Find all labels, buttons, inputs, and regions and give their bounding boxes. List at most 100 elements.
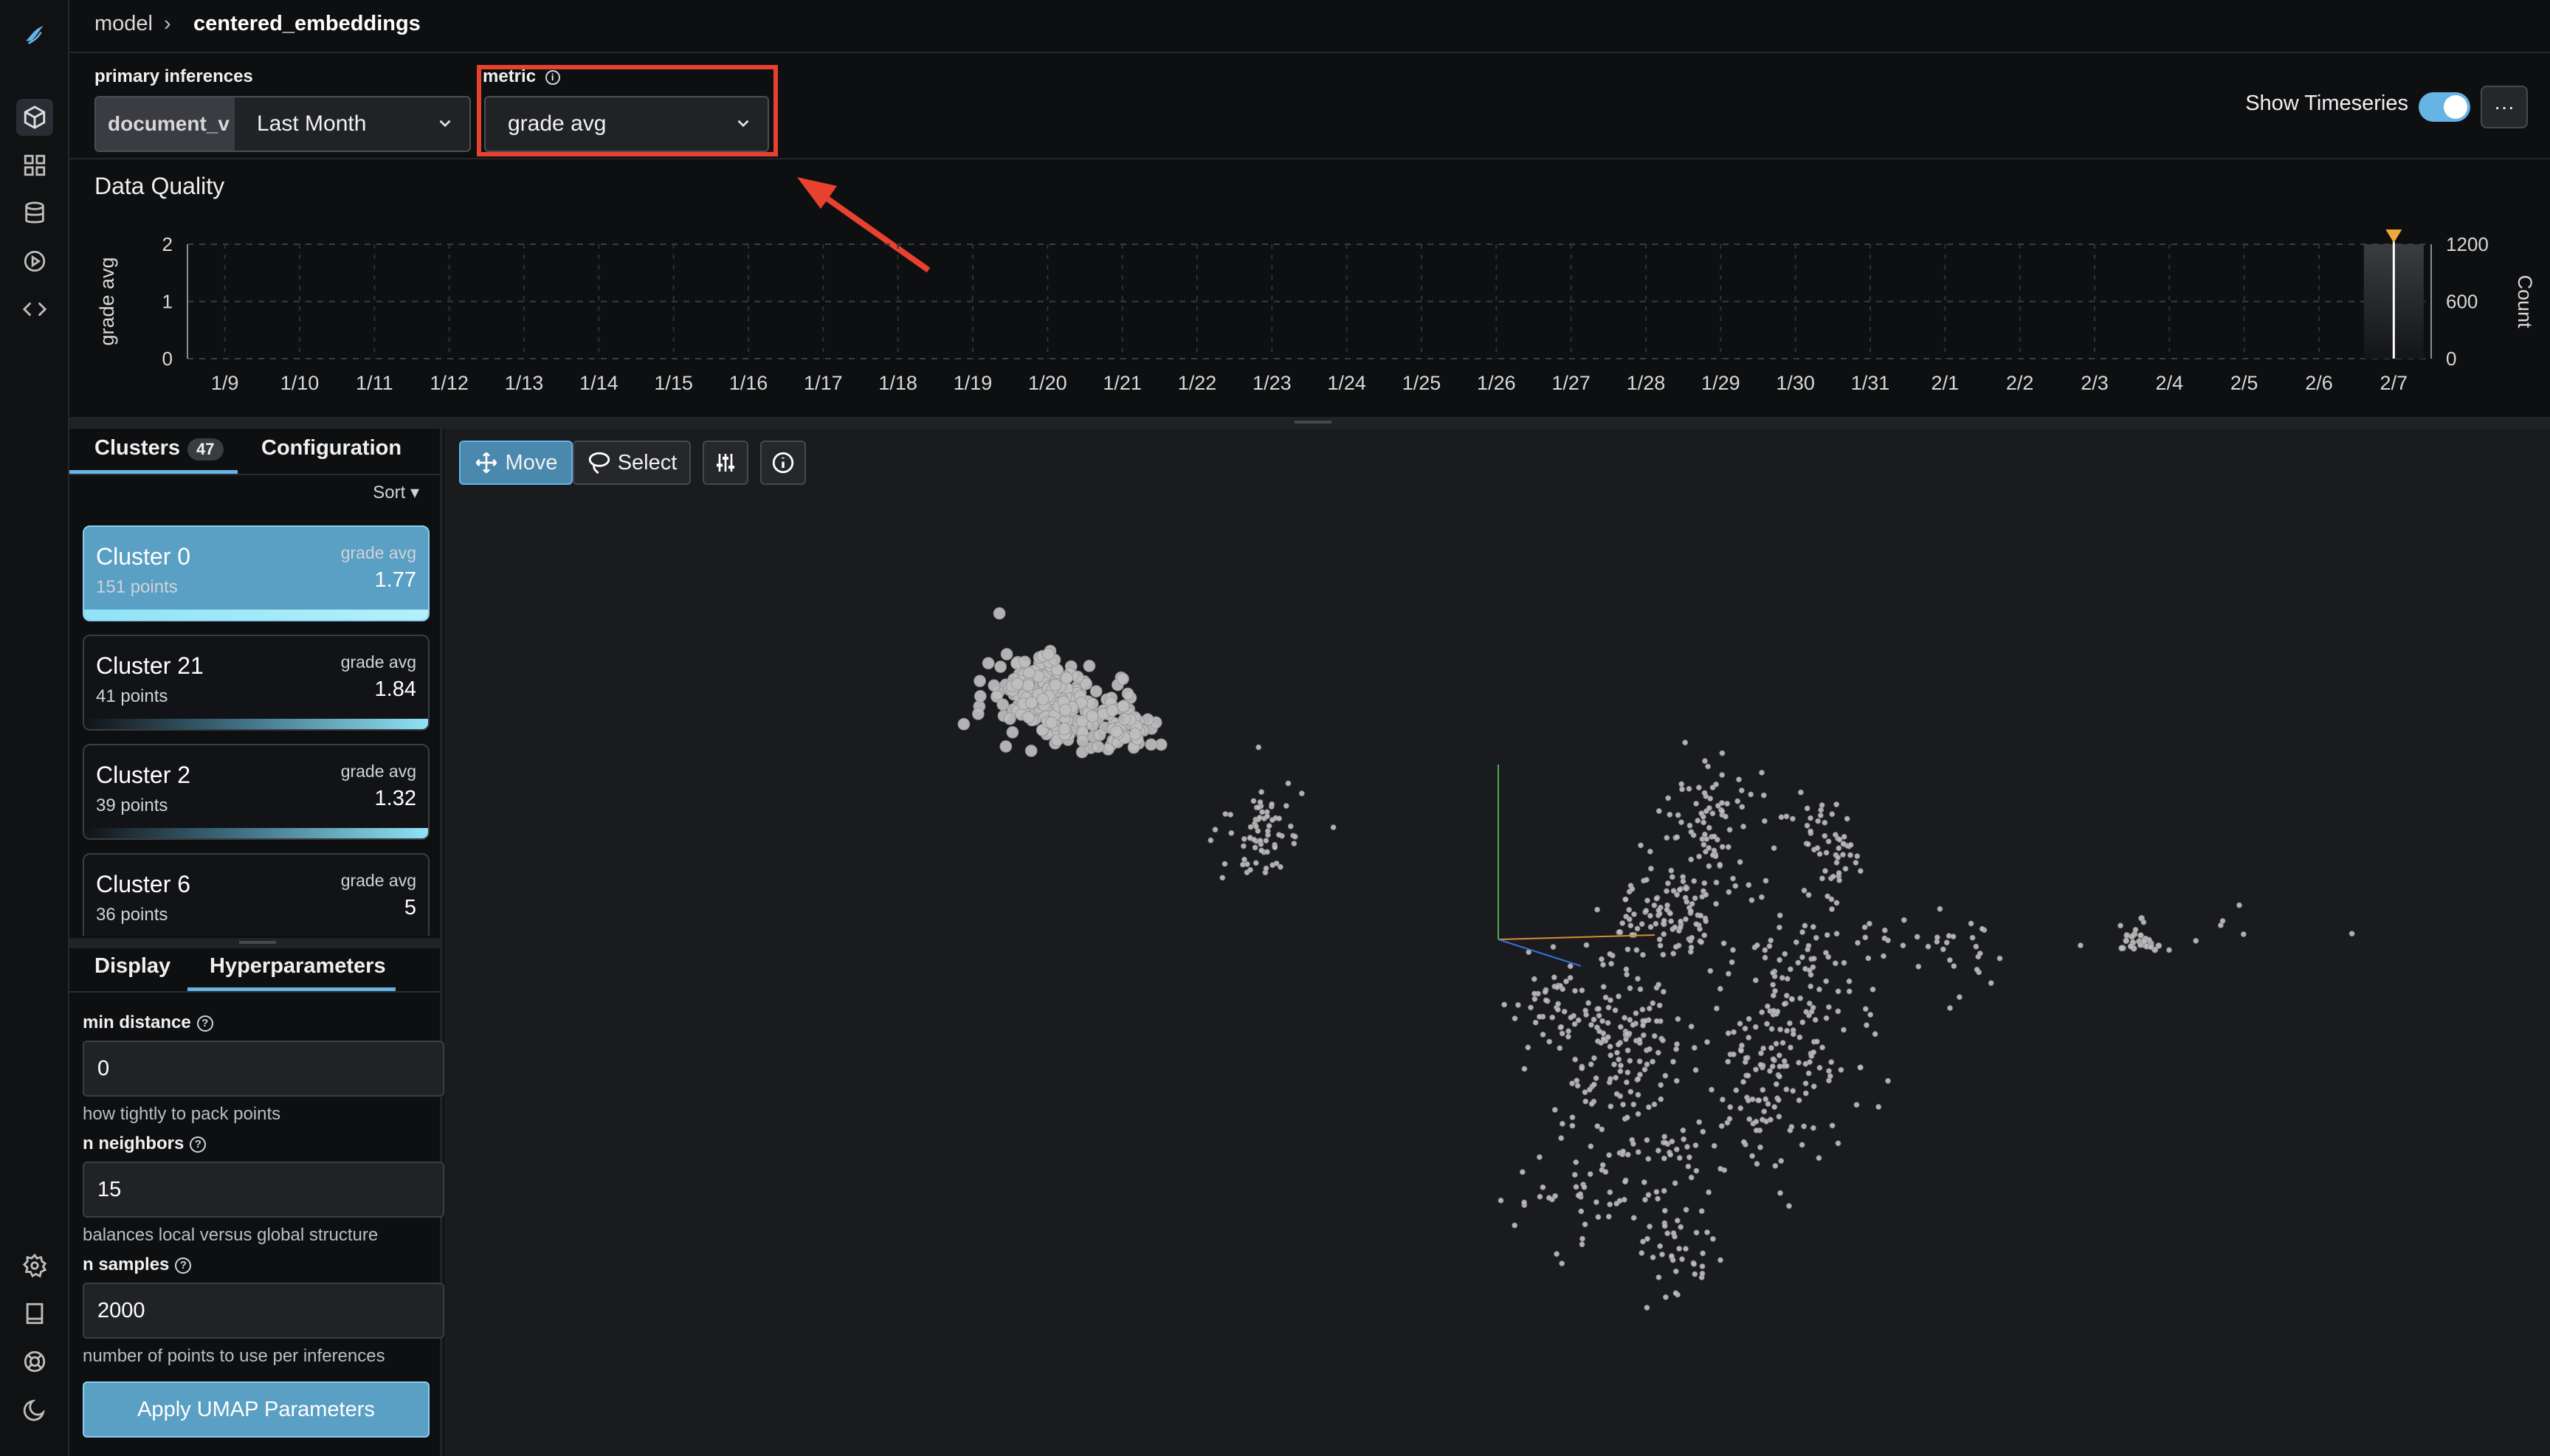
embedding-point — [1264, 828, 1271, 835]
embedding-point — [1227, 812, 1234, 818]
embedding-point — [1914, 934, 1920, 940]
embedding-point — [1847, 842, 1854, 848]
chevron-down-icon — [439, 120, 451, 128]
help-icon[interactable]: ? — [196, 1015, 213, 1032]
embedding-point — [999, 740, 1013, 753]
embedding-point — [1762, 947, 1768, 953]
support-lifebuoy-icon[interactable] — [16, 1343, 53, 1380]
grid-icon[interactable] — [16, 147, 53, 184]
embedding-point — [1620, 1148, 1626, 1155]
embedding-point — [1647, 924, 1654, 930]
model-cube-icon[interactable] — [16, 99, 53, 136]
embedding-point — [1738, 1047, 1744, 1054]
phoenix-logo-icon[interactable] — [16, 16, 53, 53]
embedding-point — [1770, 981, 1776, 988]
embedding-point — [1709, 810, 1716, 817]
embedding-point — [1658, 1082, 1664, 1088]
embedding-point — [1670, 950, 1677, 957]
embedding-point — [1611, 1061, 1617, 1068]
embedding-point — [1706, 824, 1712, 831]
help-icon[interactable]: ? — [175, 1257, 192, 1274]
embedding-point — [1734, 798, 1741, 804]
embedding-point — [1019, 655, 1031, 669]
tab-display[interactable]: Display — [94, 954, 170, 979]
embedding-point — [1626, 907, 1633, 913]
embedding-point — [1693, 1229, 1700, 1236]
cluster-card-6[interactable]: Cluster 6 36 points grade avg 5 — [83, 853, 430, 936]
embedding-point — [1567, 975, 1574, 981]
embedding-point — [1531, 996, 1538, 1002]
embedding-point — [1770, 993, 1777, 998]
tab-clusters[interactable]: Clusters 47 — [94, 436, 224, 460]
breadcrumb-model-link[interactable]: model — [94, 12, 153, 36]
x-tick-label: 1/16 — [729, 372, 768, 394]
cluster-points: 36 points — [96, 905, 168, 925]
embedding-point — [1661, 989, 1667, 995]
embedding-point — [1240, 861, 1246, 868]
settings-gear-icon[interactable] — [16, 1247, 53, 1284]
embedding-point — [1021, 679, 1035, 692]
embedding-point — [1117, 672, 1129, 686]
embedding-point — [1600, 962, 1606, 968]
horizontal-splitter[interactable] — [69, 417, 2550, 429]
cluster-metric-value: 5 — [404, 896, 416, 920]
embedding-point — [1703, 849, 1709, 855]
apply-umap-button[interactable]: Apply UMAP Parameters — [83, 1381, 430, 1438]
cluster-card-21[interactable]: Cluster 21 41 points grade avg 1.84 — [83, 635, 430, 731]
cluster-card-2[interactable]: Cluster 2 39 points grade avg 1.32 — [83, 744, 430, 840]
play-circle-icon[interactable] — [16, 243, 53, 280]
embedding-point — [1947, 1005, 1953, 1011]
embedding-point — [1737, 859, 1743, 865]
embedding-point — [1771, 1007, 1777, 1014]
left-panel: Clusters 47 Configuration Sort ▾ Cluster … — [69, 429, 444, 1456]
n-neighbors-input[interactable]: 15 — [83, 1162, 444, 1218]
data-quality-chart[interactable]: 0 1 2 1/9 1/10 1/11 1/12 1/13 1/14 1/15 1/16 1/17 1/… — [69, 161, 2550, 417]
embedding-point — [1621, 1196, 1627, 1203]
time-range-select[interactable]: Last Month — [235, 97, 469, 151]
tab-hyperparameters[interactable]: Hyperparameters — [210, 954, 386, 979]
embedding-point — [1608, 961, 1614, 967]
embedding-point — [1717, 861, 1723, 868]
embedding-point — [1674, 834, 1681, 841]
embedding-point — [1872, 1031, 1878, 1038]
point-cloud-canvas[interactable]: Move Select — [444, 429, 2550, 1456]
database-icon[interactable] — [16, 195, 53, 232]
show-timeseries-toggle[interactable] — [2419, 92, 2470, 122]
embedding-point — [1617, 1024, 1624, 1030]
umap-point-cloud[interactable] — [444, 429, 2550, 1456]
sort-dropdown[interactable]: Sort ▾ — [373, 482, 419, 503]
cluster-metric-value: 1.84 — [374, 677, 416, 701]
embedding-point — [1881, 953, 1886, 959]
embedding-point — [1827, 1073, 1833, 1080]
embedding-point — [1833, 931, 1840, 937]
embedding-point — [1607, 950, 1613, 957]
min-distance-input[interactable]: 0 — [83, 1041, 444, 1097]
embedding-point — [1207, 837, 1214, 843]
splitter-handle[interactable] — [239, 941, 276, 944]
embedding-point — [1678, 819, 1684, 826]
code-icon[interactable] — [16, 291, 53, 328]
panel-splitter[interactable] — [69, 938, 440, 948]
embedding-point — [1255, 804, 1261, 810]
embedding-point — [1624, 1069, 1631, 1076]
embedding-point — [1861, 924, 1868, 931]
embedding-point — [1645, 1156, 1652, 1162]
embedding-point — [1637, 1072, 1643, 1078]
more-options-button[interactable]: ··· — [2481, 86, 2528, 128]
n-samples-input[interactable]: 2000 — [83, 1283, 444, 1339]
embedding-point — [1241, 843, 1247, 849]
embedding-point — [1586, 1086, 1593, 1093]
embedding-point — [1247, 824, 1254, 830]
tab-configuration[interactable]: Configuration — [261, 436, 402, 460]
cluster-card-0[interactable]: Cluster 0 151 points grade avg 1.77 — [83, 525, 430, 621]
help-icon[interactable]: ? — [190, 1136, 207, 1153]
splitter-handle[interactable] — [1295, 421, 1331, 424]
embedding-point — [1790, 1031, 1796, 1038]
book-icon[interactable] — [16, 1295, 53, 1332]
n-samples-help: number of points to use per inferences — [83, 1346, 385, 1366]
embedding-point — [1639, 1007, 1646, 1012]
embedding-point — [1636, 1037, 1643, 1043]
embedding-point — [1593, 1075, 1599, 1081]
embedding-point — [1668, 918, 1674, 925]
moon-theme-icon[interactable] — [16, 1391, 53, 1428]
